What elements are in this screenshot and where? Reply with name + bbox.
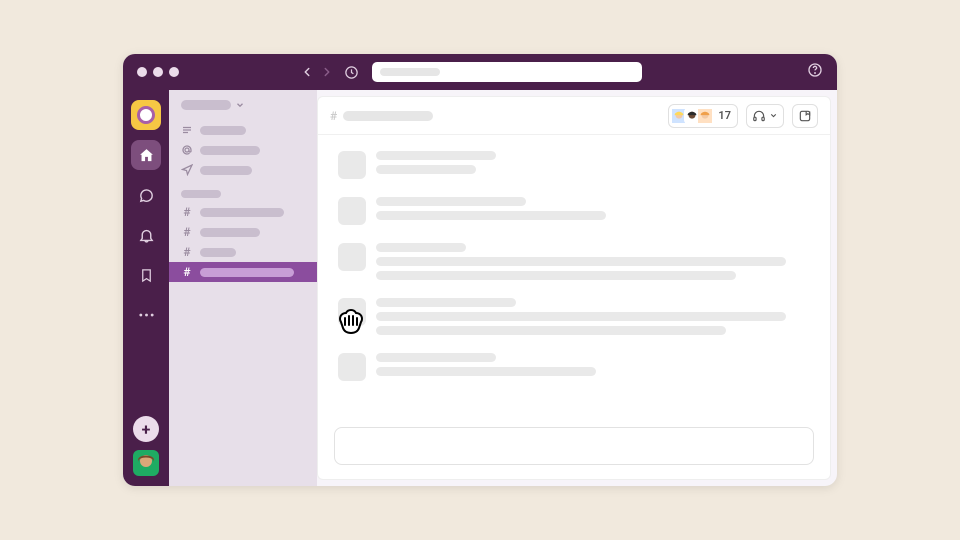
workspace-switcher[interactable]: [131, 100, 161, 130]
workspace-name: [181, 100, 231, 110]
channel-name: [200, 208, 284, 217]
channel-name: [200, 228, 260, 237]
main-panel: # 17: [317, 96, 831, 480]
message-avatar: [338, 151, 366, 179]
titlebar: [123, 54, 837, 90]
message[interactable]: [338, 197, 810, 225]
headphones-icon: [752, 109, 766, 123]
channel-item[interactable]: #: [169, 202, 317, 222]
member-avatar: [697, 108, 713, 124]
history-icon[interactable]: [344, 65, 359, 80]
user-avatar[interactable]: [133, 450, 159, 476]
message-avatar: [338, 298, 366, 326]
channel-item-selected[interactable]: #: [169, 262, 317, 282]
hash-icon: #: [181, 226, 193, 238]
rail-bookmarks[interactable]: [131, 260, 161, 290]
sidebar-item-label: [200, 146, 260, 155]
hash-icon: #: [181, 246, 193, 258]
channel-header: # 17: [318, 97, 830, 135]
hash-icon: #: [330, 110, 337, 122]
rail-dms[interactable]: [131, 180, 161, 210]
sidebar-item-threads[interactable]: [169, 120, 317, 140]
message[interactable]: [338, 151, 810, 179]
chevron-down-icon: [769, 111, 778, 120]
add-workspace-button[interactable]: +: [133, 416, 159, 442]
channel-name: [200, 248, 236, 257]
channel-name: [200, 268, 294, 277]
workspace-header[interactable]: [169, 100, 317, 120]
sidebar-item-label: [200, 166, 252, 175]
member-count: 17: [718, 109, 731, 122]
app-window: +: [123, 54, 837, 486]
workspace-rail: +: [123, 90, 169, 486]
message[interactable]: [338, 353, 810, 381]
channels-section-header[interactable]: [181, 190, 221, 198]
members-button[interactable]: 17: [668, 104, 738, 128]
workspace-logo-icon: [137, 106, 155, 124]
sidebar-item-mentions[interactable]: [169, 140, 317, 160]
nav-back-icon[interactable]: [300, 65, 314, 79]
nav-controls: [300, 65, 359, 80]
rail-more[interactable]: [131, 300, 161, 330]
chevron-down-icon: [235, 100, 245, 110]
channel-title[interactable]: [343, 111, 433, 121]
message-avatar: [338, 197, 366, 225]
app-body: +: [123, 90, 837, 486]
window-controls: [137, 67, 179, 77]
rail-home[interactable]: [131, 140, 161, 170]
sidebar-item-drafts[interactable]: [169, 160, 317, 180]
search-placeholder: [380, 68, 440, 76]
sidebar-item-label: [200, 126, 246, 135]
channel-sidebar: # # # #: [169, 90, 317, 486]
message-avatar: [338, 353, 366, 381]
message[interactable]: [338, 243, 810, 280]
window-minimize[interactable]: [153, 67, 163, 77]
canvas-button[interactable]: [792, 104, 818, 128]
window-maximize[interactable]: [169, 67, 179, 77]
threads-icon: [181, 124, 193, 136]
mentions-icon: [181, 144, 193, 156]
message-avatar: [338, 243, 366, 271]
hash-icon: #: [181, 266, 193, 278]
help-icon[interactable]: [807, 62, 823, 82]
huddle-button[interactable]: [746, 104, 784, 128]
rail-activity[interactable]: [131, 220, 161, 250]
hash-icon: #: [181, 206, 193, 218]
canvas-icon: [798, 109, 812, 123]
channel-item[interactable]: #: [169, 242, 317, 262]
message[interactable]: [338, 298, 810, 335]
message-list: [318, 135, 830, 417]
message-composer[interactable]: [334, 427, 814, 465]
channel-item[interactable]: #: [169, 222, 317, 242]
nav-forward-icon[interactable]: [320, 65, 334, 79]
search-input[interactable]: [372, 62, 642, 82]
drafts-icon: [181, 164, 193, 176]
window-close[interactable]: [137, 67, 147, 77]
